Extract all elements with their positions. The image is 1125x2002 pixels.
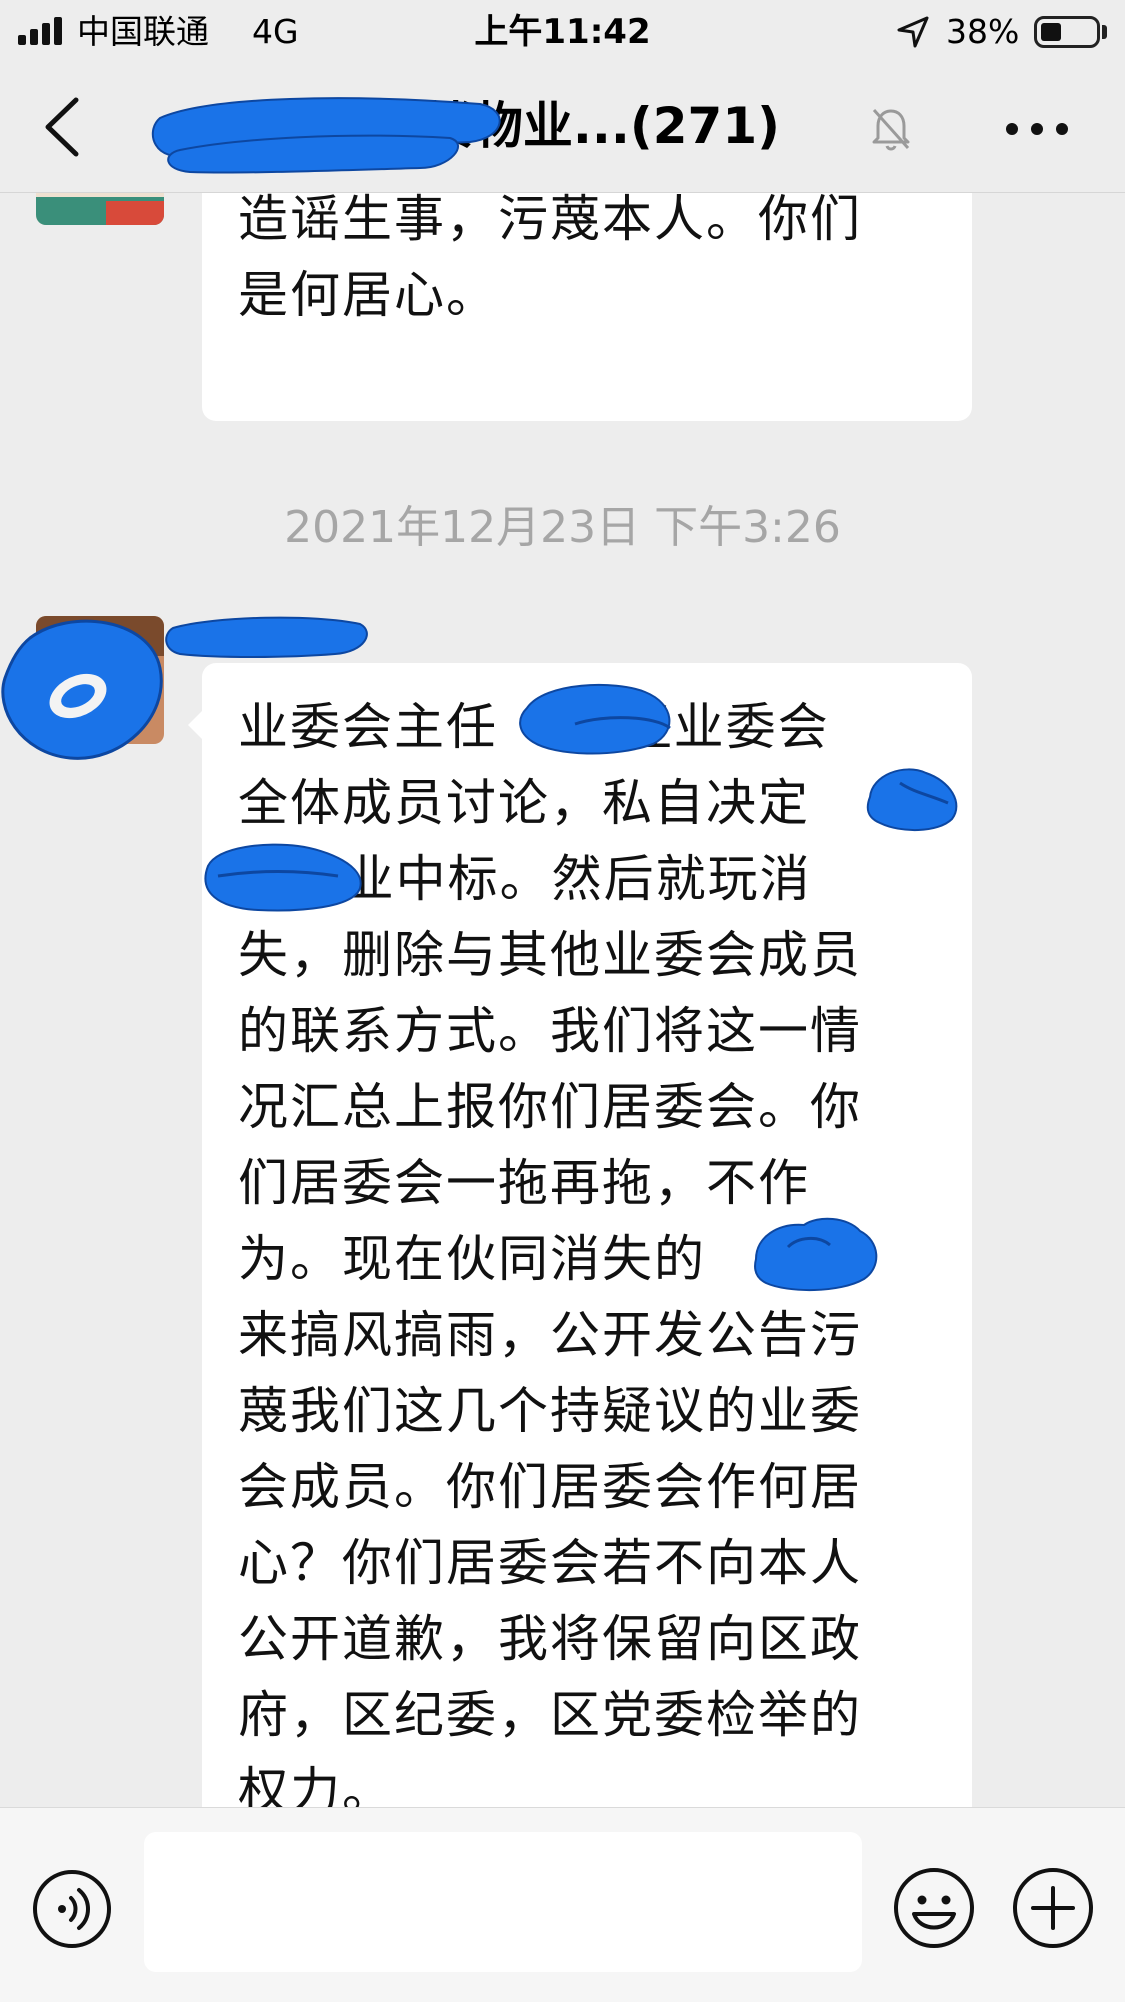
redaction-mark xyxy=(866,768,958,832)
emoji-icon[interactable] xyxy=(892,1866,976,1950)
location-arrow-icon xyxy=(897,16,929,48)
redaction-mark xyxy=(519,684,671,755)
redaction-mark xyxy=(754,1217,878,1292)
voice-icon[interactable] xyxy=(31,1868,113,1950)
message-timestamp: 2021年12月23日 下午3:26 xyxy=(284,502,841,553)
message-input[interactable] xyxy=(144,1832,862,1972)
chat-title: 楼物业...(271) xyxy=(150,86,910,174)
status-bar: 中国联通 4G 上午11:42 38% xyxy=(0,0,1125,64)
bell-slash-icon xyxy=(872,108,910,151)
message-bubble[interactable]: 你们居委会不作为，最后来 造谣生事，污蔑本人。你们 是何居心。 xyxy=(202,193,972,421)
avatar[interactable] xyxy=(36,193,164,225)
ellipsis-icon[interactable] xyxy=(1004,114,1070,144)
message-text: 你们居委会不作为，最后来 造谣生事，污蔑本人。你们 是何居心。 xyxy=(238,193,862,324)
redaction-mark xyxy=(204,843,362,912)
battery-tip xyxy=(1102,25,1107,39)
plus-icon[interactable] xyxy=(1011,1866,1095,1950)
input-bar xyxy=(0,1807,1125,2002)
chevron-left-icon[interactable] xyxy=(38,94,88,160)
redaction-mark xyxy=(1,619,163,760)
chat-area[interactable]: 你们居委会不作为，最后来 造谣生事，污蔑本人。你们 是何居心。 2021年12月… xyxy=(0,193,1125,1807)
battery-percent: 38% xyxy=(946,12,1020,51)
battery-icon xyxy=(1034,16,1100,48)
battery-level xyxy=(1041,23,1061,41)
bubble-tail xyxy=(188,711,202,739)
nav-bar: 楼物业...(271) xyxy=(0,64,1125,193)
redaction-mark xyxy=(151,97,501,174)
redaction-mark xyxy=(165,616,368,658)
